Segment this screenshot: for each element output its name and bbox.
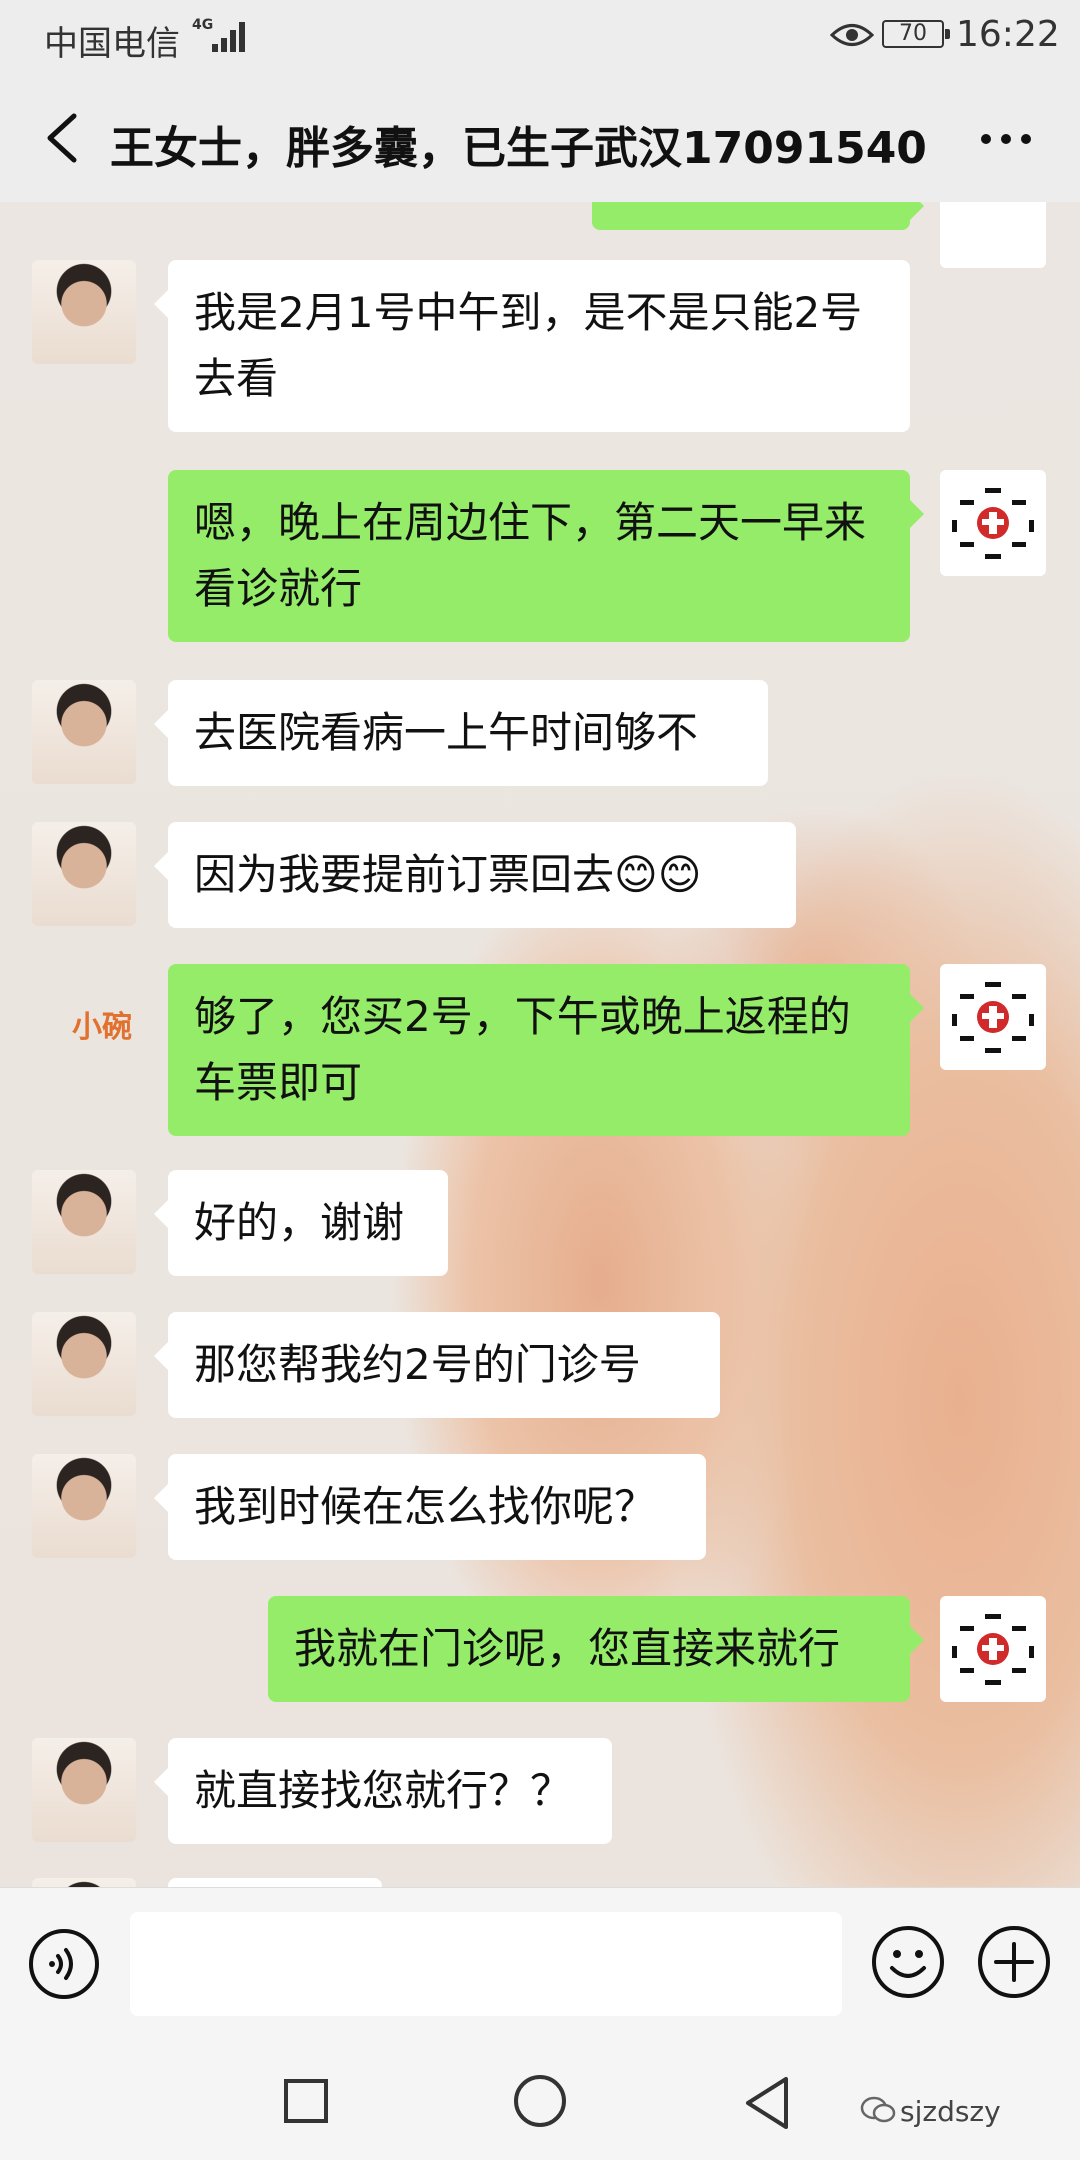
message-bubble: 好的，谢谢 <box>154 1170 448 1276</box>
message-bubble: 我是2月1号中午到，是不是只能2号去看 <box>154 260 910 432</box>
signal-icon <box>212 20 248 52</box>
clinic-logo-icon <box>952 982 1034 1053</box>
patient-avatar[interactable] <box>32 822 136 926</box>
back-icon[interactable] <box>40 110 86 166</box>
message-bubble: 就直接找您就行？？ <box>154 1738 612 1844</box>
status-bar: 中国电信 4G 70 16:22 <box>0 0 1080 72</box>
chat-title: 王女士，胖多囊，已生子武汉17091540 <box>110 123 927 174</box>
message-bubble: 我就在门诊呢，您直接来就行 <box>268 1596 924 1702</box>
clinic-logo-icon <box>952 1614 1034 1685</box>
background-watermark: 小碗 <box>72 1010 132 1045</box>
message-bubble: 我到时候在怎么找你呢？ <box>154 1454 706 1560</box>
patient-avatar[interactable] <box>32 680 136 784</box>
patient-avatar[interactable] <box>32 1170 136 1274</box>
carrier-label: 中国电信 <box>44 24 180 64</box>
patient-avatar[interactable] <box>32 1878 136 1887</box>
doctor-avatar[interactable] <box>940 470 1046 576</box>
patient-avatar[interactable] <box>32 1454 136 1558</box>
message-bubble: 去医院看病一上午时间够不 <box>154 680 768 786</box>
clinic-logo-icon <box>952 488 1034 559</box>
chat-area[interactable]: 我是2月1号中午到，是不是只能2号去看 嗯，晚上在周边住下，第二天一早来看诊就行… <box>0 202 1080 1887</box>
message-bubble-partial <box>592 202 924 230</box>
home-icon[interactable] <box>514 2075 566 2127</box>
doctor-avatar <box>940 202 1046 268</box>
patient-avatar[interactable] <box>32 260 136 364</box>
plus-icon[interactable] <box>976 1924 1052 2000</box>
recent-apps-icon[interactable] <box>284 2079 328 2123</box>
chat-header: 王女士，胖多囊，已生子武汉17091540 <box>0 72 1080 202</box>
doctor-avatar[interactable] <box>940 964 1046 1070</box>
clock: 16:22 <box>956 14 1060 55</box>
eye-icon <box>830 24 874 46</box>
patient-avatar[interactable] <box>32 1312 136 1416</box>
wechat-icon <box>860 2096 896 2123</box>
network-type: 4G <box>192 17 214 33</box>
more-icon[interactable] <box>976 114 1036 164</box>
input-bar <box>0 1887 1080 2038</box>
doctor-avatar[interactable] <box>940 1596 1046 1702</box>
back-nav-icon[interactable] <box>742 2075 792 2131</box>
system-navigation-bar: sjzdszy <box>0 2037 1080 2160</box>
message-input[interactable] <box>130 1912 842 2016</box>
message-bubble: 那您帮我约2号的门诊号 <box>154 1312 720 1418</box>
patient-avatar[interactable] <box>32 1738 136 1842</box>
message-bubble: 嗯，晚上在周边住下，第二天一早来看诊就行 <box>168 470 924 642</box>
message-bubble: 够了，您买2号，下午或晚上返程的车票即可 <box>168 964 924 1136</box>
account-watermark: sjzdszy <box>900 2095 1001 2128</box>
message-bubble-partial <box>168 1878 382 1887</box>
message-bubble: 因为我要提前订票回去😊😊 <box>154 822 796 928</box>
battery-indicator: 70 <box>882 20 950 48</box>
emoji-icon[interactable] <box>870 1924 946 2000</box>
voice-icon[interactable] <box>28 1928 100 2000</box>
